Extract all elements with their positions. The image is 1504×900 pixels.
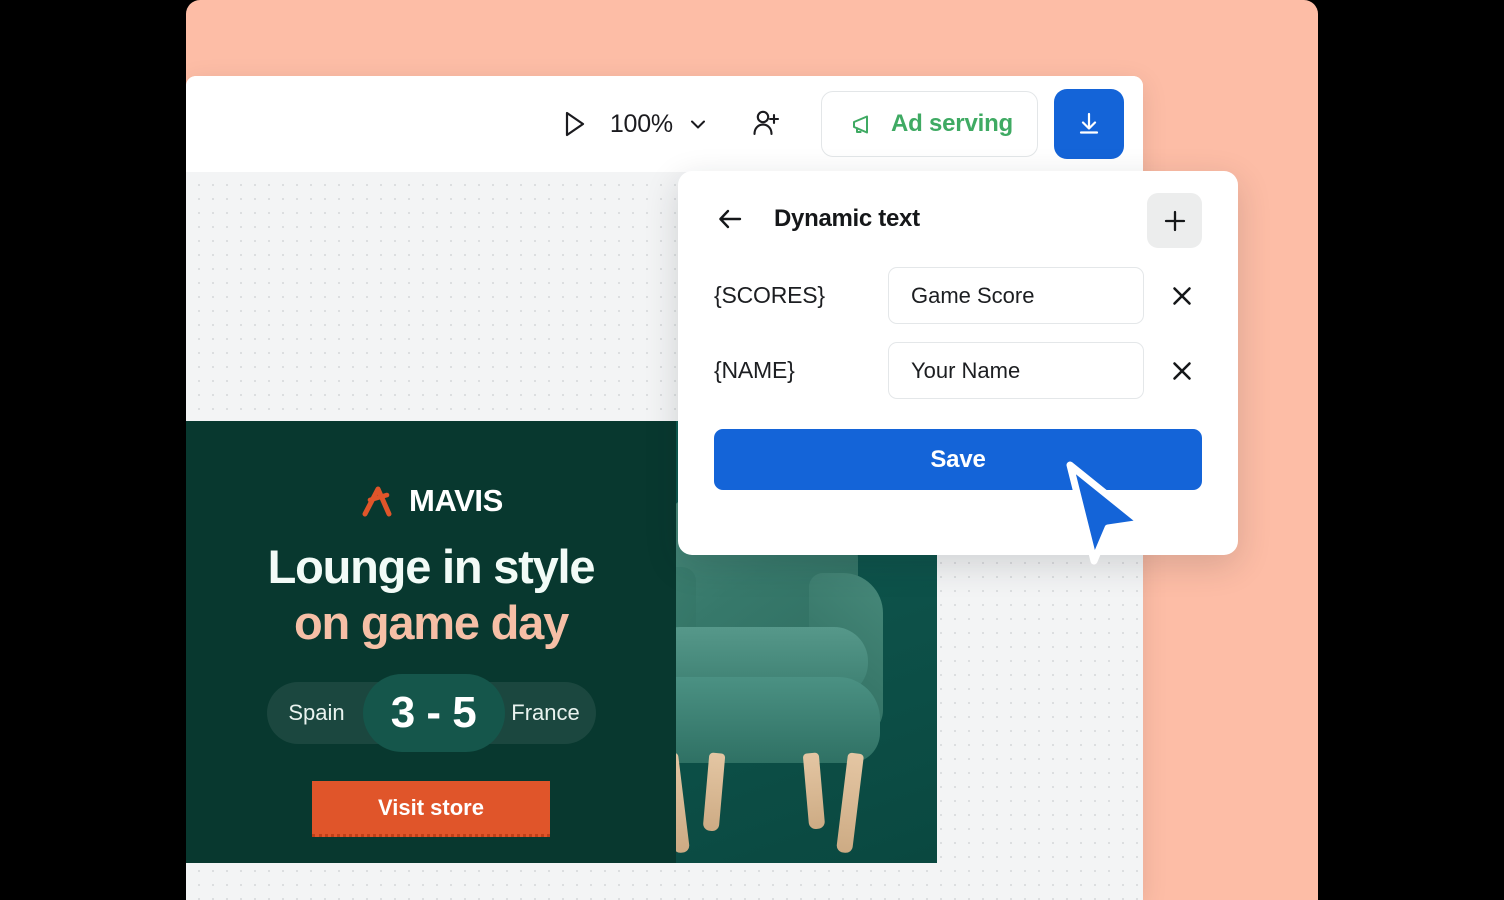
close-icon <box>1169 283 1195 309</box>
panel-title: Dynamic text <box>774 205 920 233</box>
arrow-left-icon <box>717 206 745 232</box>
away-team-name: France <box>496 700 596 726</box>
ad-content: MAVIS Lounge in style on game day Spain … <box>186 421 676 863</box>
remove-variable-button[interactable] <box>1162 273 1202 319</box>
home-team-name: Spain <box>267 700 367 726</box>
save-button[interactable]: Save <box>714 429 1202 490</box>
chair-leg <box>803 752 826 829</box>
zoom-level-value: 100% <box>610 110 673 139</box>
back-button[interactable] <box>714 202 748 236</box>
variable-key: {SCORES} <box>714 282 888 309</box>
play-preview-button[interactable] <box>552 102 596 146</box>
ad-serving-label: Ad serving <box>891 110 1013 138</box>
variable-row: {SCORES} <box>714 267 1202 324</box>
variable-key: {NAME} <box>714 357 888 384</box>
mavis-logo-icon <box>359 483 399 519</box>
chair-leg <box>703 752 726 831</box>
editor-toolbar: 100% Ad serving <box>186 76 1143 172</box>
download-button[interactable] <box>1054 89 1124 159</box>
headline-line-1: Lounge in style <box>186 539 676 595</box>
screen-root: 100% Ad serving <box>0 0 1504 900</box>
close-icon <box>1169 358 1195 384</box>
zoom-control[interactable]: 100% <box>610 110 709 139</box>
download-icon <box>1073 108 1105 140</box>
chair-seat <box>676 677 880 763</box>
score-widget: Spain France 3 - 5 <box>267 682 596 744</box>
brand-lockup: MAVIS <box>186 483 676 519</box>
megaphone-icon <box>846 109 876 139</box>
chair-leg <box>836 752 864 853</box>
variable-value-input[interactable] <box>888 342 1144 399</box>
score-value: 3 - 5 <box>391 688 477 738</box>
brand-name: MAVIS <box>409 483 503 519</box>
visit-store-button[interactable]: Visit store <box>312 781 550 837</box>
score-pill: 3 - 5 <box>363 674 505 752</box>
ad-serving-button[interactable]: Ad serving <box>821 91 1038 157</box>
variable-value-input[interactable] <box>888 267 1144 324</box>
chair-leg <box>676 752 690 853</box>
variable-row: {NAME} <box>714 342 1202 399</box>
dynamic-text-panel: Dynamic text {SCORES} {NAME} <box>678 171 1238 555</box>
panel-header: Dynamic text <box>714 171 1202 267</box>
plus-icon <box>1162 208 1188 234</box>
add-variable-button[interactable] <box>1147 193 1202 248</box>
remove-variable-button[interactable] <box>1162 348 1202 394</box>
headline-line-2: on game day <box>186 595 676 651</box>
chevron-down-icon[interactable] <box>687 113 709 135</box>
play-icon <box>559 109 589 139</box>
add-collaborator-button[interactable] <box>743 101 789 147</box>
person-plus-icon <box>749 107 783 141</box>
